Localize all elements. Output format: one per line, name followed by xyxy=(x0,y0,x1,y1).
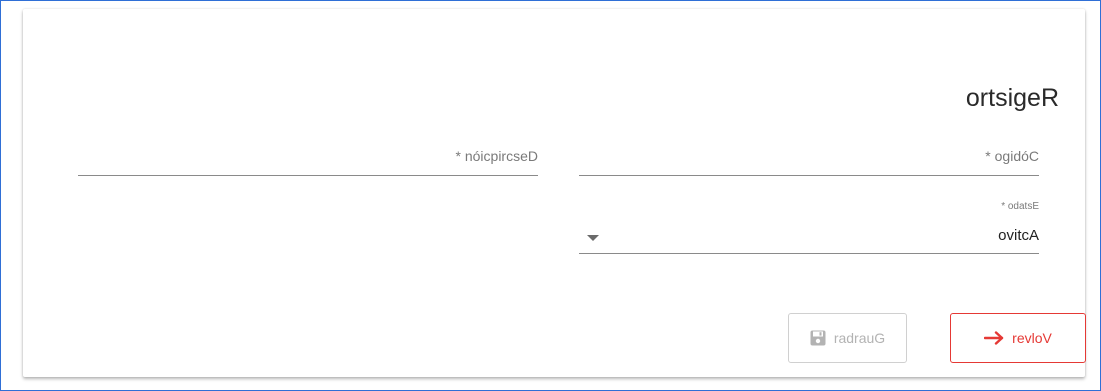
guardar-label: Guardar xyxy=(833,330,886,346)
estado-label: Estado * xyxy=(1001,201,1039,212)
registro-card: Registro Código * Descripción * Estado *… xyxy=(23,9,1085,377)
codigo-field[interactable]: Código * xyxy=(579,144,1039,176)
page-title: Registro xyxy=(965,84,1059,112)
volver-button[interactable]: Volver xyxy=(950,313,1086,363)
arrow-right-icon xyxy=(984,331,1004,345)
dropdown-caret-icon xyxy=(587,235,599,241)
volver-label: Volver xyxy=(1012,330,1052,346)
floppy-disk-icon xyxy=(810,330,826,346)
estado-value: Activo xyxy=(998,227,1039,244)
guardar-button[interactable]: Guardar xyxy=(788,313,907,363)
estado-select[interactable]: Estado * Activo xyxy=(579,198,1039,254)
descripcion-label: Descripción * xyxy=(455,148,538,164)
window-frame: Registro Código * Descripción * Estado *… xyxy=(0,0,1101,391)
codigo-label: Código * xyxy=(985,148,1039,164)
descripcion-field[interactable]: Descripción * xyxy=(78,144,538,176)
